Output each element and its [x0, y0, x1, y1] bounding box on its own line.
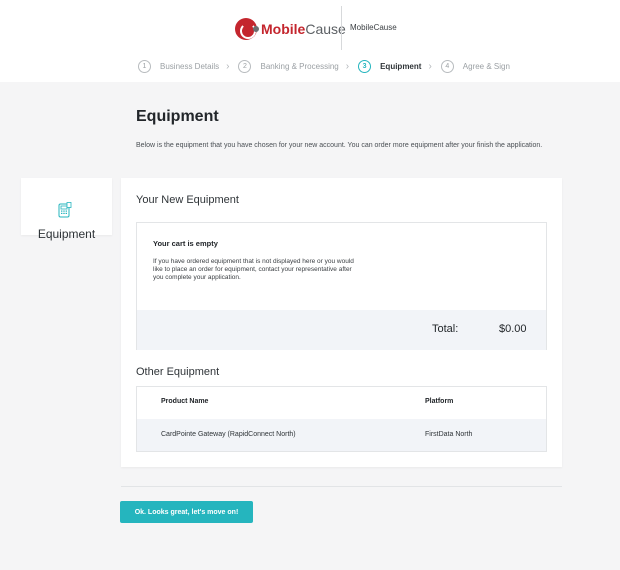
cell-product-name: CardPointe Gateway (RapidConnect North) [161, 431, 296, 438]
step-number-4: 4 [440, 59, 454, 73]
column-header-platform: Platform [425, 398, 454, 405]
column-header-product: Product Name [161, 398, 209, 405]
cart-empty-message: If you have ordered equipment that is no… [153, 258, 354, 281]
step-label: Business Details [160, 61, 220, 71]
logo-text-strong: Mobile [261, 21, 306, 37]
cart-total-bar: Total: $0.00 [137, 310, 546, 350]
step-number-3: 3 [358, 59, 372, 73]
total-value: $0.00 [499, 323, 527, 335]
top-header: Mobile Cause MobileCause 1 Business Deta… [0, 0, 620, 82]
brand-logo[interactable]: Mobile Cause [235, 17, 346, 41]
table-row: CardPointe Gateway (RapidConnect North) … [137, 419, 546, 451]
cart-empty-heading: Your cart is empty [153, 239, 218, 248]
step-label: Equipment [380, 61, 422, 71]
step-number-2: 2 [238, 59, 252, 73]
step-label: Banking & Processing [260, 61, 339, 71]
page-title: Equipment [136, 108, 219, 125]
sidebar-item-label: Equipment [37, 227, 96, 241]
step-equipment[interactable]: 3 Equipment [358, 59, 422, 73]
org-name: MobileCause [350, 23, 397, 32]
continue-button[interactable]: Ok. Looks great, let's move on! [120, 501, 253, 523]
step-business-details[interactable]: 1 Business Details [138, 59, 220, 73]
sidebar-item-equipment[interactable]: Equipment [21, 178, 112, 241]
step-banking-processing[interactable]: 2 Banking & Processing [238, 59, 339, 73]
step-number-1: 1 [138, 59, 151, 73]
progress-steps: 1 Business Details › 2 Banking & Process… [138, 59, 510, 73]
card-terminal-icon [58, 202, 72, 218]
step-label: Agree & Sign [462, 61, 510, 71]
chevron-right-icon: › [226, 60, 230, 72]
chevron-right-icon: › [345, 60, 350, 72]
header-divider [341, 6, 342, 50]
footer-divider [121, 486, 562, 487]
other-equipment-title: Other Equipment [136, 366, 220, 378]
total-label: Total: [432, 323, 459, 335]
cell-platform: FirstData North [425, 431, 473, 438]
logo-text-light: Cause [305, 21, 346, 37]
equipment-card: Your New Equipment Your cart is empty If… [121, 178, 562, 467]
cart-box: Your cart is empty If you have ordered e… [136, 222, 547, 350]
mobilecause-logo-icon [235, 18, 259, 40]
other-equipment-table: Product Name Platform CardPointe Gateway… [136, 386, 547, 452]
new-equipment-title: Your New Equipment [136, 194, 239, 206]
step-agree-sign[interactable]: 4 Agree & Sign [440, 59, 510, 73]
chevron-right-icon: › [428, 60, 432, 72]
page-intro: Below is the equipment that you have cho… [136, 142, 543, 149]
